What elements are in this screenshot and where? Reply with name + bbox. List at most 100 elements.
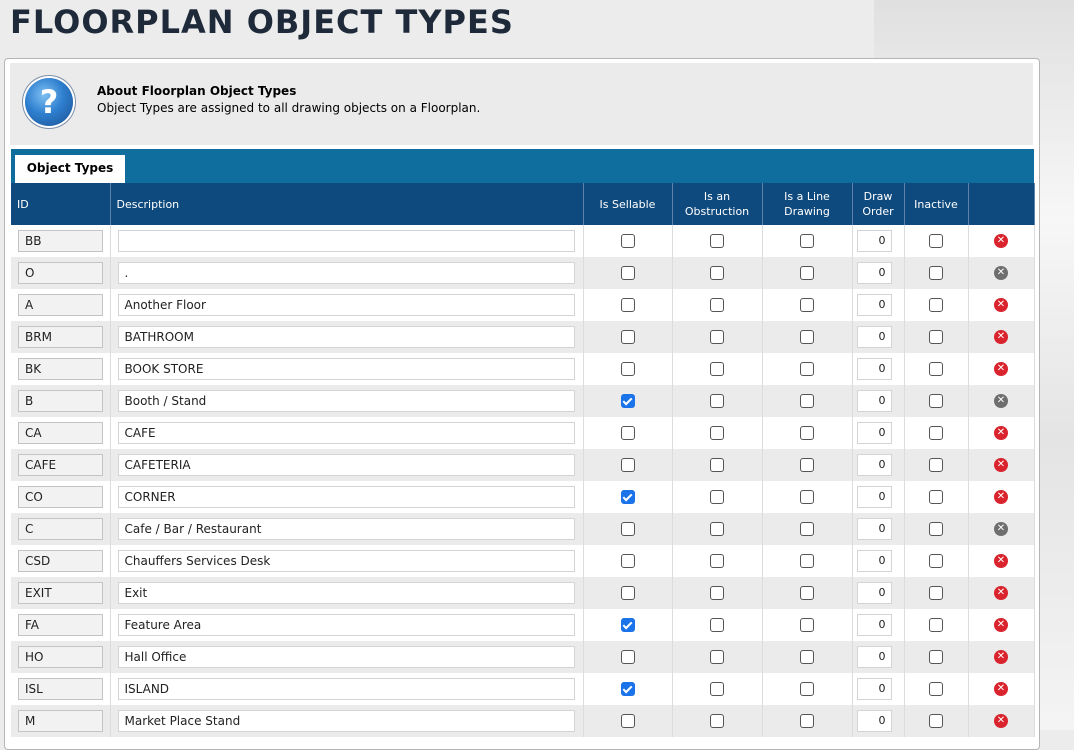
delete-icon[interactable]: ✕ — [994, 490, 1008, 504]
is-line-drawing-checkbox[interactable] — [800, 330, 814, 344]
is-line-drawing-checkbox[interactable] — [800, 298, 814, 312]
is-obstruction-checkbox[interactable] — [710, 586, 724, 600]
description-input[interactable]: Exit — [117, 582, 575, 604]
description-input[interactable]: Market Place Stand — [117, 710, 575, 732]
inactive-checkbox[interactable] — [929, 522, 943, 536]
id-input[interactable]: M — [18, 710, 103, 732]
is-sellable-checkbox[interactable] — [620, 586, 635, 600]
is-sellable-checkbox[interactable] — [620, 714, 635, 728]
is-obstruction-checkbox[interactable] — [710, 682, 724, 696]
col-header-is-sellable[interactable]: Is Sellable — [583, 183, 673, 225]
description-input[interactable]: Cafe / Bar / Restaurant — [117, 518, 575, 540]
inactive-checkbox[interactable] — [929, 426, 943, 440]
is-line-drawing-checkbox[interactable] — [800, 618, 814, 632]
draw-order-input[interactable]: 0 — [856, 262, 892, 284]
id-input[interactable]: HO — [18, 646, 103, 668]
is-obstruction-checkbox[interactable] — [710, 234, 724, 248]
id-input[interactable]: B — [18, 390, 103, 412]
id-input[interactable]: CAFE — [18, 454, 103, 476]
is-obstruction-checkbox[interactable] — [710, 554, 724, 568]
id-input[interactable]: A — [18, 294, 103, 316]
is-sellable-checkbox[interactable] — [620, 426, 635, 440]
draw-order-input[interactable]: 0 — [856, 326, 892, 348]
inactive-checkbox[interactable] — [929, 394, 943, 408]
description-input[interactable]: Hall Office — [117, 646, 575, 668]
delete-icon[interactable]: ✕ — [994, 682, 1008, 696]
inactive-checkbox[interactable] — [929, 362, 943, 376]
inactive-checkbox[interactable] — [929, 586, 943, 600]
is-obstruction-checkbox[interactable] — [710, 490, 724, 504]
description-input[interactable]: . — [117, 262, 575, 284]
delete-icon[interactable]: ✕ — [994, 298, 1008, 312]
is-line-drawing-checkbox[interactable] — [800, 362, 814, 376]
inactive-checkbox[interactable] — [929, 682, 943, 696]
inactive-checkbox[interactable] — [929, 298, 943, 312]
is-line-drawing-checkbox[interactable] — [800, 426, 814, 440]
is-line-drawing-checkbox[interactable] — [800, 266, 814, 280]
description-input[interactable]: Feature Area — [117, 614, 575, 636]
delete-icon[interactable]: ✕ — [994, 426, 1008, 440]
delete-icon[interactable]: ✕ — [994, 586, 1008, 600]
delete-icon[interactable]: ✕ — [994, 362, 1008, 376]
id-input[interactable]: BK — [18, 358, 103, 380]
inactive-checkbox[interactable] — [929, 714, 943, 728]
inactive-checkbox[interactable] — [929, 458, 943, 472]
is-obstruction-checkbox[interactable] — [710, 298, 724, 312]
id-input[interactable]: ISL — [18, 678, 103, 700]
inactive-checkbox[interactable] — [929, 554, 943, 568]
id-input[interactable]: O — [18, 262, 103, 284]
col-header-id[interactable]: ID — [11, 183, 111, 225]
is-line-drawing-checkbox[interactable] — [800, 586, 814, 600]
is-sellable-checkbox[interactable] — [620, 490, 635, 504]
is-line-drawing-checkbox[interactable] — [800, 234, 814, 248]
is-line-drawing-checkbox[interactable] — [800, 682, 814, 696]
is-obstruction-checkbox[interactable] — [710, 266, 724, 280]
is-obstruction-checkbox[interactable] — [710, 330, 724, 344]
description-input[interactable]: Chauffers Services Desk — [117, 550, 575, 572]
id-input[interactable]: EXIT — [18, 582, 103, 604]
delete-icon[interactable]: ✕ — [994, 554, 1008, 568]
draw-order-input[interactable]: 0 — [856, 710, 892, 732]
col-header-inactive[interactable]: Inactive — [904, 183, 969, 225]
draw-order-input[interactable]: 0 — [856, 422, 892, 444]
draw-order-input[interactable]: 0 — [856, 294, 892, 316]
is-line-drawing-checkbox[interactable] — [800, 554, 814, 568]
id-input[interactable]: FA — [18, 614, 103, 636]
inactive-checkbox[interactable] — [929, 490, 943, 504]
is-line-drawing-checkbox[interactable] — [800, 522, 814, 536]
is-line-drawing-checkbox[interactable] — [800, 394, 814, 408]
draw-order-input[interactable]: 0 — [856, 518, 892, 540]
id-input[interactable]: CA — [18, 422, 103, 444]
description-input[interactable]: BATHROOM — [117, 326, 575, 348]
description-input[interactable]: BOOK STORE — [117, 358, 575, 380]
is-sellable-checkbox[interactable] — [620, 650, 635, 664]
id-input[interactable]: BB — [18, 230, 103, 252]
is-sellable-checkbox[interactable] — [620, 234, 635, 248]
draw-order-input[interactable]: 0 — [856, 646, 892, 668]
is-obstruction-checkbox[interactable] — [710, 714, 724, 728]
draw-order-input[interactable]: 0 — [856, 582, 892, 604]
inactive-checkbox[interactable] — [929, 234, 943, 248]
draw-order-input[interactable]: 0 — [856, 678, 892, 700]
is-sellable-checkbox[interactable] — [620, 362, 635, 376]
description-input[interactable]: Booth / Stand — [117, 390, 575, 412]
id-input[interactable]: BRM — [18, 326, 103, 348]
draw-order-input[interactable]: 0 — [856, 230, 892, 252]
description-input[interactable]: Another Floor — [117, 294, 575, 316]
draw-order-input[interactable]: 0 — [856, 390, 892, 412]
is-sellable-checkbox[interactable] — [620, 522, 635, 536]
id-input[interactable]: C — [18, 518, 103, 540]
description-input[interactable]: CAFETERIA — [117, 454, 575, 476]
is-obstruction-checkbox[interactable] — [710, 522, 724, 536]
delete-icon[interactable]: ✕ — [994, 458, 1008, 472]
is-obstruction-checkbox[interactable] — [710, 362, 724, 376]
col-header-description[interactable]: Description — [110, 183, 584, 225]
id-input[interactable]: CO — [18, 486, 103, 508]
draw-order-input[interactable]: 0 — [856, 550, 892, 572]
is-obstruction-checkbox[interactable] — [710, 426, 724, 440]
is-obstruction-checkbox[interactable] — [710, 394, 724, 408]
is-line-drawing-checkbox[interactable] — [800, 650, 814, 664]
description-input[interactable] — [117, 230, 575, 252]
inactive-checkbox[interactable] — [929, 650, 943, 664]
col-header-draw-order[interactable]: Draw Order — [852, 183, 905, 225]
